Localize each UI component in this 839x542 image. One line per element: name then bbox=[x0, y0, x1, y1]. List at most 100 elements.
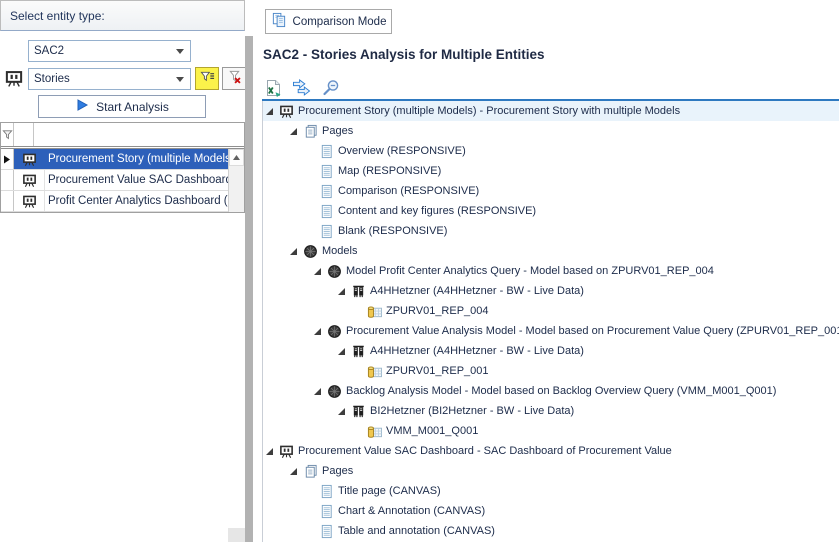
comparison-mode-button[interactable]: Comparison Mode bbox=[265, 9, 392, 34]
expand-collapse-icon[interactable] bbox=[337, 287, 350, 296]
tree-node-label: Title page (CANVAS) bbox=[338, 485, 441, 497]
grid-scrollbar[interactable] bbox=[228, 149, 244, 212]
list-item-label: Profit Center Analytics Dashboard (Pr bbox=[45, 191, 229, 211]
expand-collapse-icon[interactable] bbox=[313, 327, 326, 336]
tree-node-label: ZPURV01_REP_001 bbox=[386, 365, 489, 377]
expand-collapse-icon[interactable] bbox=[289, 247, 302, 256]
expand-collapse-icon[interactable] bbox=[337, 347, 350, 356]
tree-node[interactable]: Procurement Story (multiple Models) - Pr… bbox=[263, 101, 839, 121]
expand-collapse-icon[interactable] bbox=[289, 127, 302, 136]
entity-type-dropdown[interactable]: SAC2 bbox=[28, 40, 191, 62]
copy-pages-icon bbox=[271, 12, 287, 31]
analysis-tree: Procurement Story (multiple Models) - Pr… bbox=[262, 101, 839, 542]
tree-node-label: Content and key figures (RESPONSIVE) bbox=[338, 205, 536, 217]
model-icon bbox=[326, 324, 342, 339]
story-icon bbox=[14, 191, 45, 211]
expand-collapse-icon[interactable] bbox=[313, 267, 326, 276]
model-icon bbox=[326, 384, 342, 399]
pages-icon bbox=[302, 124, 318, 139]
funnel-small-icon bbox=[1, 123, 14, 146]
clear-filter-button[interactable] bbox=[222, 67, 246, 90]
select-entity-type-label: Select entity type: bbox=[10, 9, 105, 23]
tree-node[interactable]: Map (RESPONSIVE) bbox=[263, 161, 839, 181]
tree-node[interactable]: ZPURV01_REP_004 bbox=[263, 301, 839, 321]
tree-node[interactable]: Table and annotation (CANVAS) bbox=[263, 521, 839, 541]
tree-node-label: Map (RESPONSIVE) bbox=[338, 165, 441, 177]
tree-node-label: Pages bbox=[322, 125, 353, 137]
analysis-toolbar bbox=[262, 77, 341, 98]
tree-node-label: A4HHetzner (A4HHetzner - BW - Live Data) bbox=[370, 345, 584, 357]
grid-filter-row[interactable] bbox=[1, 123, 244, 146]
tree-node-label: Procurement Value SAC Dashboard - SAC Da… bbox=[298, 445, 672, 457]
tree-node[interactable]: Backlog Analysis Model - Model based on … bbox=[263, 381, 839, 401]
expand-collapse-icon[interactable] bbox=[313, 387, 326, 396]
scroll-up-icon[interactable] bbox=[229, 149, 244, 166]
system-icon bbox=[350, 344, 366, 359]
tree-node[interactable]: ZPURV01_REP_001 bbox=[263, 361, 839, 381]
page-icon bbox=[318, 144, 334, 159]
page-icon bbox=[318, 164, 334, 179]
expand-collapse-icon[interactable] bbox=[289, 467, 302, 476]
tree-node[interactable]: Chart & Annotation (CANVAS) bbox=[263, 501, 839, 521]
tree-node-label: Blank (RESPONSIVE) bbox=[338, 225, 447, 237]
tree-node-label: Model Profit Center Analytics Query - Mo… bbox=[346, 265, 714, 277]
tree-node[interactable]: Pages bbox=[263, 121, 839, 141]
list-item-label: Procurement Story (multiple Models) bbox=[45, 149, 229, 169]
expand-collapse-icon[interactable] bbox=[265, 447, 278, 456]
zoom-search-icon[interactable] bbox=[320, 77, 341, 98]
entity-value: Stories bbox=[34, 73, 70, 85]
app-window: Select entity type: SAC2 Stories Start A… bbox=[0, 0, 839, 542]
list-item[interactable]: Procurement Value SAC Dashboard bbox=[1, 170, 229, 191]
tree-node-label: Pages bbox=[322, 465, 353, 477]
story-icon bbox=[4, 69, 26, 89]
tree-node[interactable]: Procurement Value SAC Dashboard - SAC Da… bbox=[263, 441, 839, 461]
tree-node[interactable]: Comparison (RESPONSIVE) bbox=[263, 181, 839, 201]
page-icon bbox=[318, 204, 334, 219]
play-icon bbox=[75, 98, 89, 115]
tree-node-label: Overview (RESPONSIVE) bbox=[338, 145, 466, 157]
funnel-lines-icon bbox=[200, 69, 215, 89]
tree-node[interactable]: BI2Hetzner (BI2Hetzner - BW - Live Data) bbox=[263, 401, 839, 421]
page-title: SAC2 - Stories Analysis for Multiple Ent… bbox=[263, 47, 545, 62]
export-arrows-icon[interactable] bbox=[291, 77, 312, 98]
tree-node[interactable]: A4HHetzner (A4HHetzner - BW - Live Data) bbox=[263, 281, 839, 301]
model-icon bbox=[302, 244, 318, 259]
filter-button[interactable] bbox=[195, 67, 219, 90]
list-item[interactable]: Procurement Story (multiple Models) bbox=[1, 149, 229, 170]
tree-node-label: VMM_M001_Q001 bbox=[386, 425, 478, 437]
expand-collapse-icon[interactable] bbox=[337, 407, 350, 416]
story-icon bbox=[278, 444, 294, 459]
list-item[interactable]: Profit Center Analytics Dashboard (Pr bbox=[1, 191, 229, 212]
entity-dropdown[interactable]: Stories bbox=[28, 68, 191, 90]
tree-node-label: Procurement Value Analysis Model - Model… bbox=[346, 325, 839, 337]
query-icon bbox=[366, 424, 382, 439]
row-marker-icon bbox=[1, 149, 14, 169]
system-icon bbox=[350, 284, 366, 299]
chevron-down-icon bbox=[176, 77, 184, 82]
tree-node[interactable]: Title page (CANVAS) bbox=[263, 481, 839, 501]
tree-node-label: Table and annotation (CANVAS) bbox=[338, 525, 495, 537]
start-analysis-button[interactable]: Start Analysis bbox=[38, 95, 206, 118]
tree-node[interactable]: VMM_M001_Q001 bbox=[263, 421, 839, 441]
tree-node[interactable]: Models bbox=[263, 241, 839, 261]
model-icon bbox=[326, 264, 342, 279]
page-icon bbox=[318, 504, 334, 519]
tree-node[interactable]: Pages bbox=[263, 461, 839, 481]
tree-node-label: ZPURV01_REP_004 bbox=[386, 305, 489, 317]
tree-node-label: Comparison (RESPONSIVE) bbox=[338, 185, 479, 197]
panel-splitter[interactable] bbox=[245, 36, 253, 542]
row-indicator bbox=[1, 170, 14, 190]
comparison-mode-label: Comparison Mode bbox=[293, 16, 387, 28]
tree-node[interactable]: Content and key figures (RESPONSIVE) bbox=[263, 201, 839, 221]
list-item-label: Procurement Value SAC Dashboard bbox=[45, 170, 229, 190]
tree-node[interactable]: Overview (RESPONSIVE) bbox=[263, 141, 839, 161]
export-excel-icon[interactable] bbox=[262, 77, 283, 98]
expand-collapse-icon[interactable] bbox=[265, 107, 278, 116]
story-icon bbox=[14, 149, 45, 169]
query-icon bbox=[366, 304, 382, 319]
tree-node[interactable]: Model Profit Center Analytics Query - Mo… bbox=[263, 261, 839, 281]
tree-node[interactable]: Blank (RESPONSIVE) bbox=[263, 221, 839, 241]
tree-node[interactable]: Procurement Value Analysis Model - Model… bbox=[263, 321, 839, 341]
chevron-down-icon bbox=[176, 49, 184, 54]
tree-node[interactable]: A4HHetzner (A4HHetzner - BW - Live Data) bbox=[263, 341, 839, 361]
